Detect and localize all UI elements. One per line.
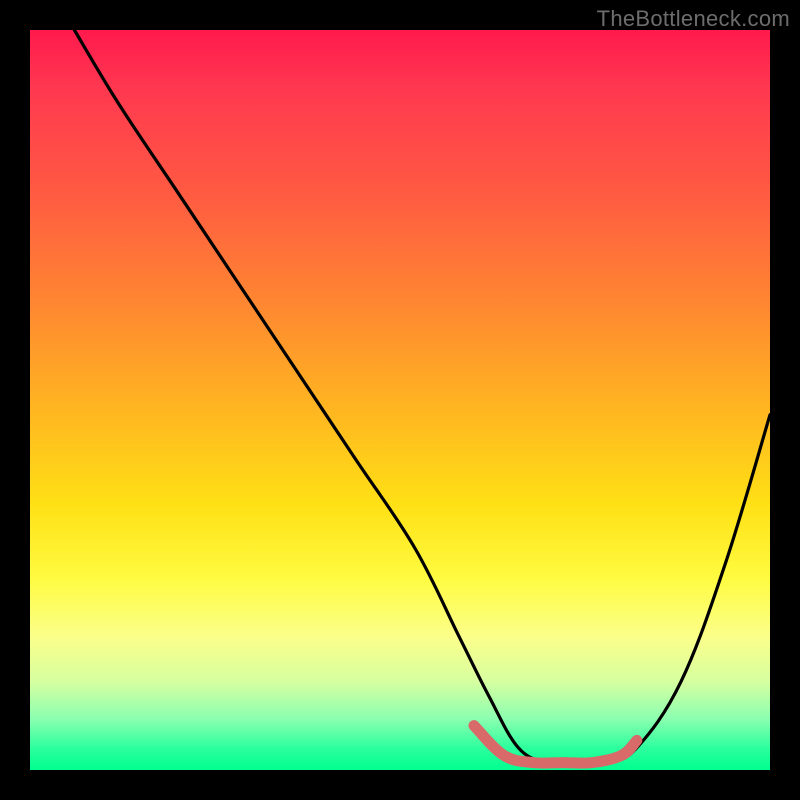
- curve-svg: [30, 30, 770, 770]
- bottleneck-curve-line: [74, 30, 770, 764]
- chart-frame: TheBottleneck.com: [0, 0, 800, 800]
- plot-area: [30, 30, 770, 770]
- watermark-text: TheBottleneck.com: [597, 6, 790, 32]
- accent-segment-line: [474, 726, 637, 764]
